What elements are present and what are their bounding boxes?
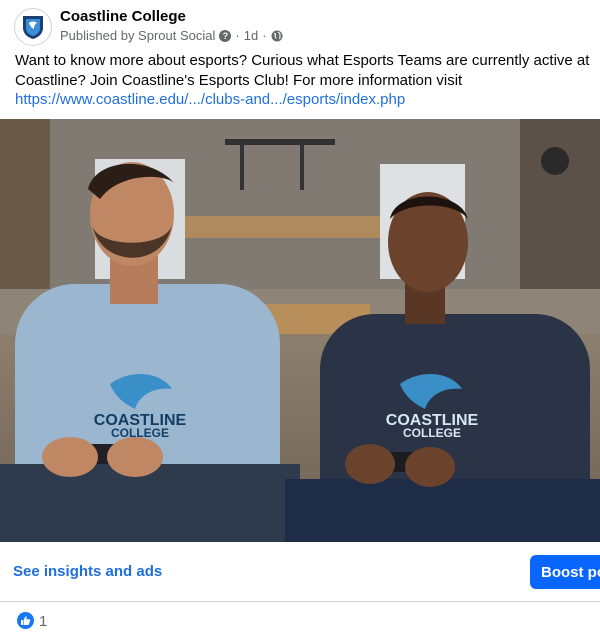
page-avatar[interactable]	[14, 8, 52, 46]
post-meta: Published by Sprout Social ? · 1d ·	[60, 28, 283, 43]
thumbs-up-glyph	[21, 616, 31, 625]
post-header: Coastline College Published by Sprout So…	[0, 0, 600, 50]
page-name-link[interactable]: Coastline College	[60, 8, 186, 25]
post-message: Want to know more about esports? Curious…	[15, 52, 590, 89]
published-by-text: Published by Sprout Social	[60, 28, 216, 43]
photo-illustration: COASTLINE COLLEGE COASTLINE COLLEGE	[0, 119, 600, 542]
boost-post-button[interactable]: Boost post	[530, 555, 600, 589]
see-insights-link[interactable]: See insights and ads	[13, 563, 162, 580]
post-photo[interactable]: COASTLINE COLLEGE COASTLINE COLLEGE	[0, 119, 600, 542]
meta-separator: ·	[235, 28, 240, 43]
shirt-logo-line2-left: COLLEGE	[111, 426, 169, 440]
post-timestamp[interactable]: 1d	[244, 28, 258, 43]
post-body: Want to know more about esports? Curious…	[15, 51, 590, 110]
coastline-shield-logo-icon	[23, 16, 43, 39]
post-link[interactable]: https://www.coastline.edu/.../clubs-and.…	[15, 91, 405, 108]
reactions-bar: 1	[0, 602, 600, 640]
post-actions-bar: See insights and ads Boost post	[0, 543, 600, 602]
like-icon[interactable]	[17, 612, 34, 629]
globe-icon[interactable]	[271, 30, 283, 42]
meta-separator-2: ·	[262, 28, 267, 43]
like-count[interactable]: 1	[39, 613, 47, 630]
shirt-logo-line2-right: COLLEGE	[403, 426, 461, 440]
question-icon[interactable]: ?	[219, 29, 232, 42]
